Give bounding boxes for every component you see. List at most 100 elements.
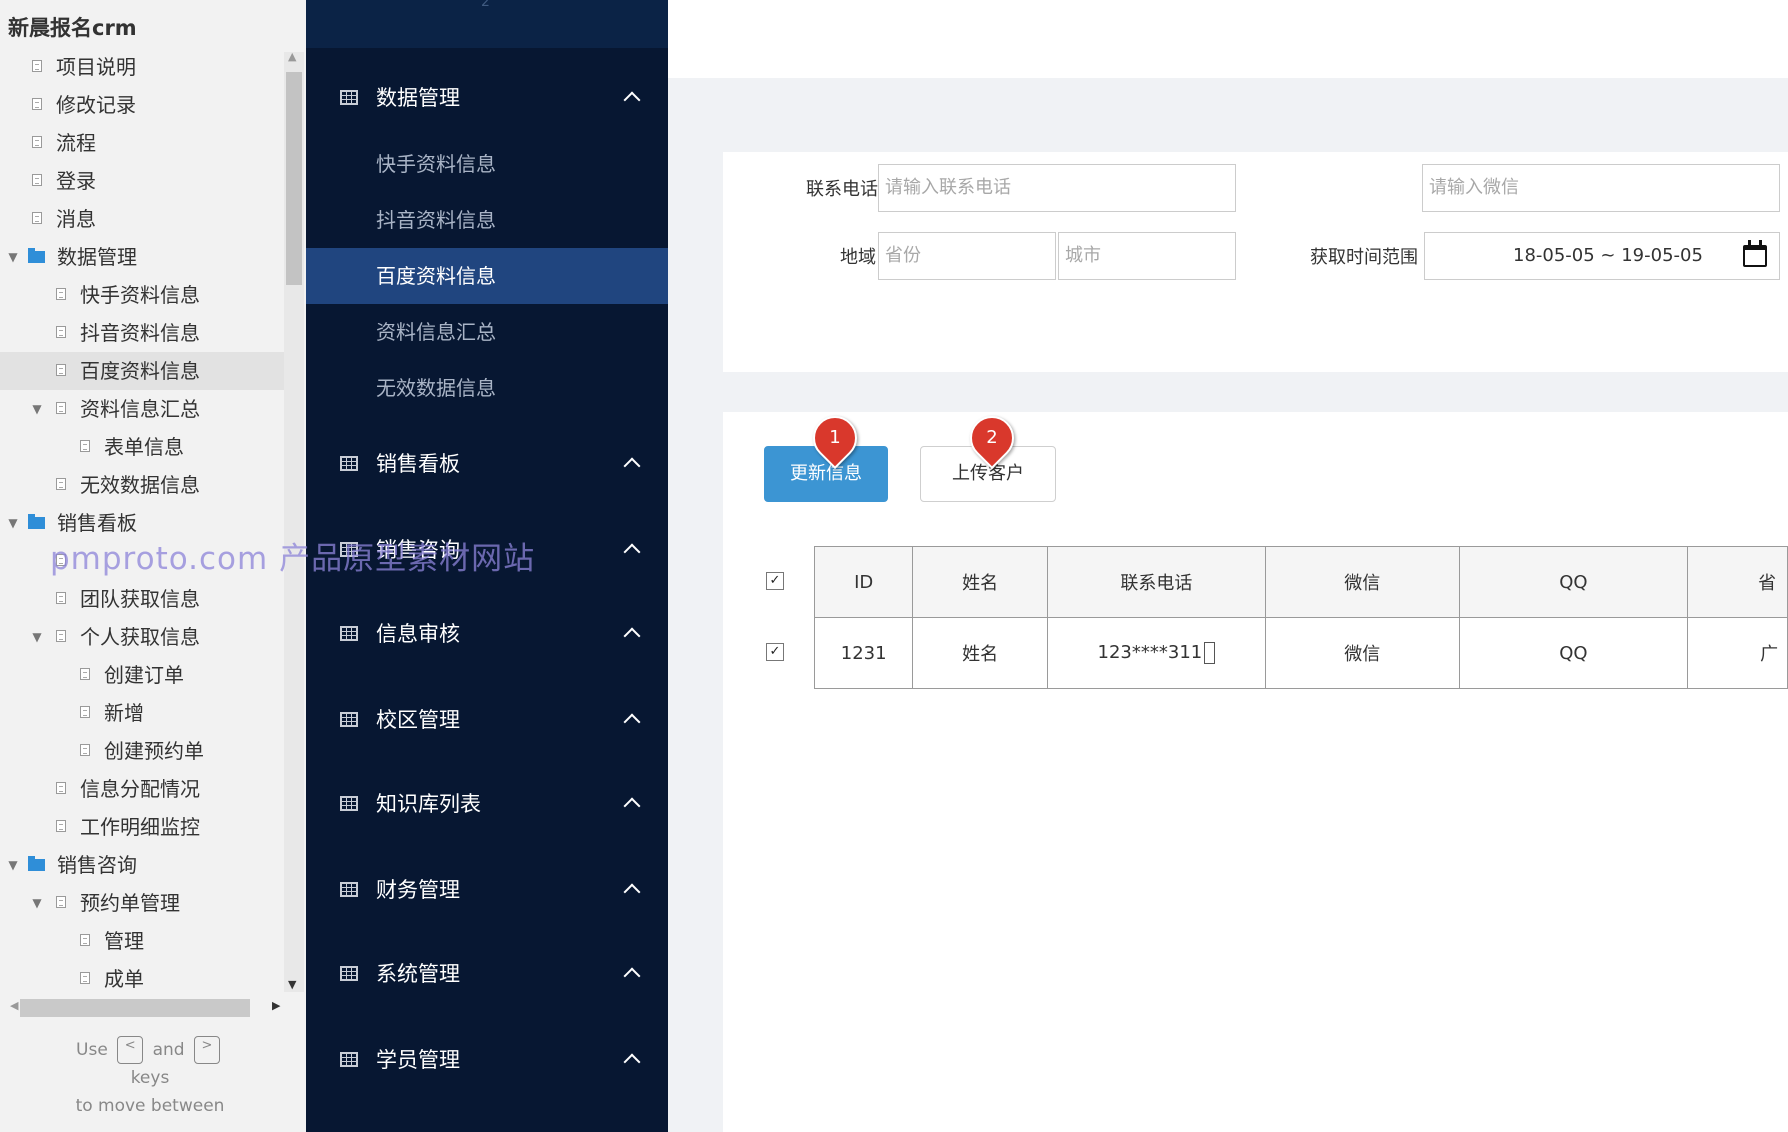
tree-item[interactable]: ▼ 销售咨询 (0, 846, 284, 884)
date-range-value: 18-05-05 ~ 19-05-05 (1513, 245, 1703, 266)
page-icon (80, 972, 90, 984)
tree-item-label: 工作明细监控 (80, 815, 200, 839)
page-icon (32, 136, 42, 148)
phone-placeholder: 请输入联系电话 (885, 177, 1011, 198)
tree-item[interactable]: 消息 (0, 200, 284, 238)
tree-item[interactable]: 信息分配情况 (0, 770, 284, 808)
nav-group-label: 校区管理 (376, 708, 460, 732)
tree-item[interactable]: 百度资料信息 (0, 352, 284, 390)
tree-item[interactable]: 修改记录 (0, 86, 284, 124)
expand-caret-icon[interactable]: ▼ (6, 504, 20, 542)
tree-item-label: 修改记录 (56, 93, 136, 117)
phone-label: 联系电话 (806, 179, 878, 200)
tree-item[interactable]: ▼ 个人获取信息 (0, 618, 284, 656)
page-icon (56, 478, 66, 490)
tree-item[interactable]: 快手资料信息 (0, 276, 284, 314)
nav-group[interactable]: 财务管理 (306, 870, 668, 910)
tree-item-label: 预约单管理 (80, 891, 180, 915)
date-range-label: 获取时间范围 (1310, 247, 1418, 268)
nav-subitem-label: 资料信息汇总 (376, 320, 496, 344)
tree-item-label: 创建预约单 (104, 739, 204, 763)
tree-item[interactable]: 无效数据信息 (0, 466, 284, 504)
page-icon (56, 288, 66, 300)
horizontal-scrollbar[interactable]: ◀ ▶ (6, 997, 284, 1019)
tree-item[interactable]: 流程 (0, 124, 284, 162)
table-panel (723, 412, 1788, 1132)
tree-item[interactable]: ▼ 预约单管理 (0, 884, 284, 922)
expand-caret-icon[interactable]: ▼ (30, 618, 44, 656)
tree-item[interactable]: 表单信息 (0, 428, 284, 466)
tree-item-label: 团队获取信息 (80, 587, 200, 611)
nav-group[interactable]: 数据管理 (306, 78, 668, 118)
watermark-text: pmproto.com 产品原型素材网站 (50, 541, 536, 577)
hint-use: Use (76, 1040, 108, 1060)
chevron-up-icon[interactable] (623, 883, 641, 901)
folder-icon (28, 248, 45, 263)
table-row[interactable]: 1231 姓名 123****311 微信 QQ 广 (813, 617, 1788, 689)
expand-caret-icon[interactable]: ▼ (6, 238, 20, 276)
date-range-picker[interactable]: 18-05-05 ~ 19-05-05 (1424, 232, 1780, 280)
row-checkbox[interactable]: ✓ (766, 643, 784, 661)
tree-item-label: 创建订单 (104, 663, 184, 687)
chevron-up-icon[interactable] (623, 713, 641, 731)
horizontal-scroll-thumb[interactable] (20, 999, 250, 1017)
city-input[interactable]: 城市 (1058, 232, 1236, 280)
table-cell: QQ (1458, 617, 1689, 689)
tree-item[interactable]: ▼ 资料信息汇总 (0, 390, 284, 428)
nav-subitem[interactable]: 快手资料信息 (306, 136, 668, 192)
tree-item[interactable]: 抖音资料信息 (0, 314, 284, 352)
tree-item[interactable]: 工作明细监控 (0, 808, 284, 846)
chevron-up-icon[interactable] (623, 543, 641, 561)
nav-group[interactable]: 学员管理 (306, 1040, 668, 1080)
chevron-up-icon[interactable] (623, 91, 641, 109)
nav-subitem[interactable]: 抖音资料信息 (306, 192, 668, 248)
nav-subitem[interactable]: 百度资料信息 (306, 248, 668, 304)
tree-item[interactable]: 项目说明 (0, 48, 284, 86)
nav-subitem-label: 快手资料信息 (376, 152, 496, 176)
tree-item-label: 登录 (56, 169, 96, 193)
chevron-up-icon[interactable] (623, 1053, 641, 1071)
tree-item[interactable]: 管理 (0, 922, 284, 960)
chevron-up-icon[interactable] (623, 797, 641, 815)
scroll-right-arrow-icon[interactable]: ▶ (272, 999, 280, 1012)
tree-item[interactable]: 团队获取信息 (0, 580, 284, 618)
left-key-icon: < (117, 1036, 144, 1064)
tree-item[interactable]: 登录 (0, 162, 284, 200)
phone-cell-text: 123****311 (1097, 642, 1203, 663)
phone-input[interactable]: 请输入联系电话 (878, 164, 1236, 212)
scroll-down-arrow-icon[interactable]: ▼ (288, 978, 296, 991)
nav-subitem[interactable]: 资料信息汇总 (306, 304, 668, 360)
calendar-icon[interactable] (1743, 240, 1767, 267)
tree-item-label: 新增 (104, 701, 144, 725)
chevron-up-icon[interactable] (623, 457, 641, 475)
province-input[interactable]: 省份 (878, 232, 1056, 280)
tree-item[interactable]: 创建订单 (0, 656, 284, 694)
tree-item-label: 信息分配情况 (80, 777, 200, 801)
nav-group[interactable]: 信息审核 (306, 614, 668, 654)
tree-item[interactable]: ▼ 数据管理 (0, 238, 284, 276)
hint-keys: keys (130, 1068, 170, 1088)
nav-group[interactable]: 销售看板 (306, 444, 668, 484)
nav-group[interactable]: 校区管理 (306, 700, 668, 740)
tree-item-label: 个人获取信息 (80, 625, 200, 649)
select-all-checkbox[interactable]: ✓ (766, 572, 784, 590)
nav-subitem[interactable]: 无效数据信息 (306, 360, 668, 416)
tree-item[interactable]: 新增 (0, 694, 284, 732)
chevron-up-icon[interactable] (623, 967, 641, 985)
tree-item[interactable]: 创建预约单 (0, 732, 284, 770)
tree-item[interactable]: 成单 (0, 960, 284, 998)
table-grid-icon (340, 712, 358, 727)
expand-caret-icon[interactable]: ▼ (6, 846, 20, 884)
vertical-scroll-thumb[interactable] (286, 72, 302, 285)
nav-group[interactable]: 系统管理 (306, 954, 668, 994)
nav-group[interactable]: 知识库列表 (306, 784, 668, 824)
page-icon (80, 668, 90, 680)
wechat-input[interactable]: 请输入微信 (1422, 164, 1780, 212)
vertical-scrollbar[interactable] (284, 52, 304, 992)
expand-caret-icon[interactable]: ▼ (30, 390, 44, 428)
scroll-left-arrow-icon[interactable]: ◀ (10, 999, 18, 1012)
scroll-up-arrow-icon[interactable]: ▲ (288, 50, 296, 63)
chevron-up-icon[interactable] (623, 627, 641, 645)
nav-group-label: 系统管理 (376, 962, 460, 986)
expand-caret-icon[interactable]: ▼ (30, 884, 44, 922)
